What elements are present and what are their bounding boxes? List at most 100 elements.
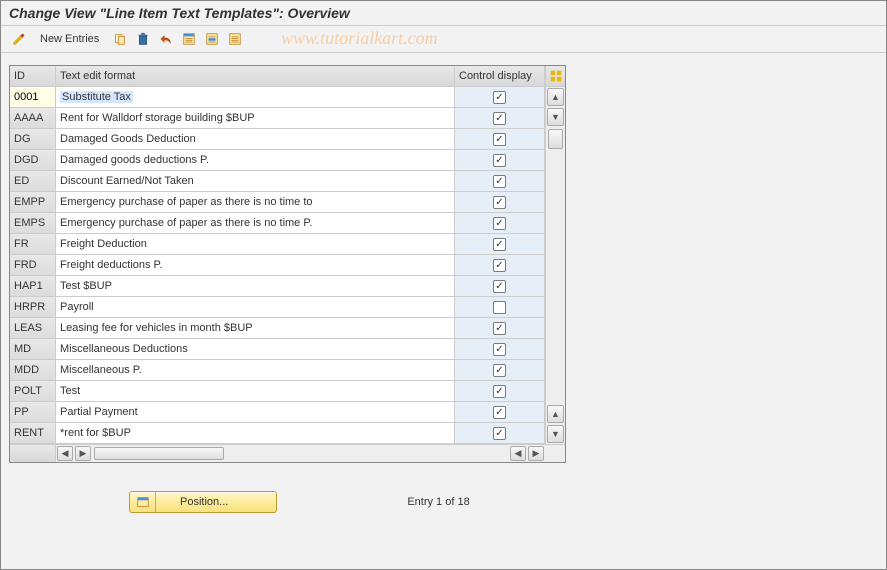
cell-id[interactable]: HRPR [10,297,56,317]
table-row: RENT*rent for $BUP ✓ [10,423,545,444]
hscroll-left2-icon[interactable]: ▶ [75,446,91,461]
cell-id[interactable]: HAP1 [10,276,56,296]
control-display-checkbox[interactable] [493,301,506,314]
cell-text[interactable]: Partial Payment [56,402,455,422]
cell-text[interactable]: Damaged goods deductions P. [56,150,455,170]
table-settings-icon[interactable] [545,66,565,86]
position-button[interactable]: Position... [129,491,277,513]
table-row: POLTTest ✓ [10,381,545,402]
cell-control: ✓ [455,129,545,149]
control-display-checkbox[interactable]: ✓ [493,280,506,293]
undo-change-icon[interactable] [156,29,176,49]
cell-id[interactable]: FR [10,234,56,254]
cell-text[interactable]: Payroll [56,297,455,317]
control-display-checkbox[interactable]: ✓ [493,427,506,440]
cell-id[interactable]: DGD [10,150,56,170]
position-icon [130,492,156,512]
cell-control: ✓ [455,276,545,296]
control-display-checkbox[interactable]: ✓ [493,385,506,398]
toggle-display-change-icon[interactable] [9,29,29,49]
table-row: MDMiscellaneous Deductions ✓ [10,339,545,360]
vscroll-up-icon[interactable]: ▲ [547,88,564,106]
cell-text[interactable]: Discount Earned/Not Taken [56,171,455,191]
control-display-checkbox[interactable]: ✓ [493,91,506,104]
control-display-checkbox[interactable]: ✓ [493,238,506,251]
control-display-checkbox[interactable]: ✓ [493,196,506,209]
cell-text[interactable]: Miscellaneous Deductions [56,339,455,359]
cell-id[interactable]: ED [10,171,56,191]
cell-text[interactable]: Freight Deduction [56,234,455,254]
table-row: FRDFreight deductions P. ✓ [10,255,545,276]
table-row: DGDDamaged goods deductions P. ✓ [10,150,545,171]
table-row: MDDMiscellaneous P. ✓ [10,360,545,381]
control-display-checkbox[interactable]: ✓ [493,175,506,188]
cell-id[interactable]: AAAA [10,108,56,128]
id-input-field[interactable] [14,91,51,103]
new-entries-button[interactable]: New Entries [32,31,107,47]
cell-control: ✓ [455,423,545,443]
table: ID Text edit format Control display Subs… [9,65,566,463]
cell-id[interactable]: EMPS [10,213,56,233]
cell-id[interactable]: MD [10,339,56,359]
cell-text[interactable]: Test $BUP [56,276,455,296]
table-row: LEASLeasing fee for vehicles in month $B… [10,318,545,339]
hscroll-track[interactable] [92,445,329,462]
horizontal-scrollbar: ◀ ▶ ◀ ▶ [10,444,565,462]
cell-text[interactable]: Emergency purchase of paper as there is … [56,192,455,212]
table-row: AAAARent for Walldorf storage building $… [10,108,545,129]
main-area: ID Text edit format Control display Subs… [1,53,886,513]
table-row: DGDamaged Goods Deduction ✓ [10,129,545,150]
cell-id[interactable]: DG [10,129,56,149]
hscroll-thumb[interactable] [94,447,224,460]
cell-id[interactable]: FRD [10,255,56,275]
vscroll-down-icon[interactable]: ▼ [547,425,564,443]
control-display-checkbox[interactable]: ✓ [493,112,506,125]
vscroll-down-step-icon[interactable]: ▼ [547,108,564,126]
vscroll-track[interactable] [546,127,565,404]
cell-text[interactable]: Freight deductions P. [56,255,455,275]
cell-id[interactable]: PP [10,402,56,422]
cell-text[interactable]: Test [56,381,455,401]
toolbar: New Entries www.tutorialkart.com [1,26,886,53]
cell-control: ✓ [455,318,545,338]
hscroll-right-icon[interactable]: ▶ [528,446,544,461]
cell-id[interactable] [10,87,56,107]
select-block-icon[interactable] [202,29,222,49]
deselect-all-icon[interactable] [225,29,245,49]
control-display-checkbox[interactable]: ✓ [493,406,506,419]
cell-id[interactable]: EMPP [10,192,56,212]
header-id[interactable]: ID [10,66,56,86]
vscroll-thumb[interactable] [548,129,563,149]
vscroll-up2-icon[interactable]: ▲ [547,405,564,423]
cell-id[interactable]: MDD [10,360,56,380]
hscroll-left-icon[interactable]: ◀ [57,446,73,461]
cell-text[interactable]: Miscellaneous P. [56,360,455,380]
hscroll-right-left-icon[interactable]: ◀ [510,446,526,461]
cell-control: ✓ [455,87,545,107]
cell-id[interactable]: POLT [10,381,56,401]
header-control[interactable]: Control display [455,66,545,86]
header-text[interactable]: Text edit format [56,66,455,86]
cell-text[interactable]: Substitute Tax [56,87,455,107]
control-display-checkbox[interactable]: ✓ [493,154,506,167]
delete-icon[interactable] [133,29,153,49]
control-display-checkbox[interactable]: ✓ [493,364,506,377]
cell-control: ✓ [455,255,545,275]
cell-id[interactable]: LEAS [10,318,56,338]
copy-as-icon[interactable] [110,29,130,49]
cell-text[interactable]: *rent for $BUP [56,423,455,443]
cell-control [455,297,545,317]
control-display-checkbox[interactable]: ✓ [493,133,506,146]
control-display-checkbox[interactable]: ✓ [493,259,506,272]
control-display-checkbox[interactable]: ✓ [493,217,506,230]
select-all-icon[interactable] [179,29,199,49]
cell-text[interactable]: Leasing fee for vehicles in month $BUP [56,318,455,338]
cell-text[interactable]: Emergency purchase of paper as there is … [56,213,455,233]
control-display-checkbox[interactable]: ✓ [493,322,506,335]
control-display-checkbox[interactable]: ✓ [493,343,506,356]
cell-text[interactable]: Damaged Goods Deduction [56,129,455,149]
cell-text[interactable]: Rent for Walldorf storage building $BUP [56,108,455,128]
cell-control: ✓ [455,213,545,233]
table-header-row: ID Text edit format Control display [10,66,565,87]
cell-id[interactable]: RENT [10,423,56,443]
